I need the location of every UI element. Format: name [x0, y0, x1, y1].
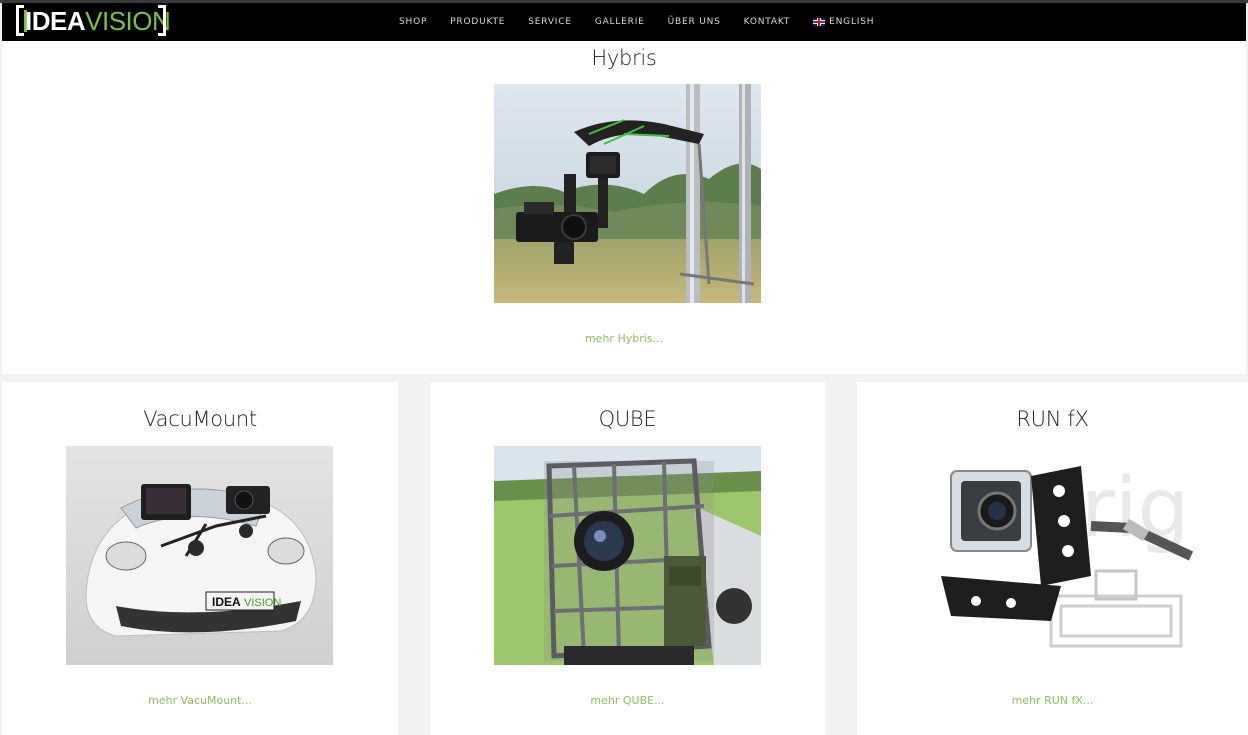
- main-nav: SHOP PRODUKTE SERVICE GALLERIE ÜBER UNS …: [399, 3, 897, 41]
- nav-item-service[interactable]: SERVICE: [528, 17, 572, 27]
- hybris-gimbal-photo[interactable]: [494, 84, 761, 303]
- product-card-runfx: RUN fX rig mehr RUN fX...: [857, 382, 1248, 735]
- nav-item-kontakt[interactable]: KONTAKT: [744, 17, 790, 27]
- nav-item-english[interactable]: ENGLISH: [813, 17, 874, 27]
- vacumount-car-photo[interactable]: IDEA VISION: [66, 446, 333, 665]
- qube-rig-photo[interactable]: [494, 446, 761, 665]
- top-navbar: IDEAVISION SHOP PRODUKTE SERVICE GALLERI…: [2, 3, 1246, 41]
- more-runfx-link[interactable]: mehr RUN fX...: [857, 694, 1248, 707]
- nav-item-produkte[interactable]: PRODUKTE: [450, 17, 505, 27]
- nav-item-english-label: ENGLISH: [829, 17, 875, 27]
- product-title: RUN fX: [1016, 407, 1089, 431]
- product-card-qube: QUBE mehr QUBE...: [430, 382, 825, 735]
- uk-flag-icon: [813, 18, 826, 26]
- product-title: VacuMount: [143, 407, 257, 431]
- featured-title: Hybris: [591, 46, 657, 70]
- svg-text:IDEA: IDEA: [212, 595, 241, 609]
- nav-item-gallerie[interactable]: GALLERIE: [595, 17, 645, 27]
- nav-item-ueber-uns[interactable]: ÜBER UNS: [668, 17, 721, 27]
- logo-bracket-right: [158, 5, 166, 36]
- svg-text:VISION: VISION: [244, 597, 281, 609]
- logo-idea-text: IDEA: [25, 6, 86, 36]
- idea-vision-logo[interactable]: IDEAVISION: [16, 5, 171, 38]
- nav-item-shop[interactable]: SHOP: [399, 17, 427, 27]
- logo-wordmark: IDEAVISION: [25, 6, 171, 36]
- featured-product-hybris: Hybris mehr Hybris...: [2, 41, 1246, 374]
- more-qube-link[interactable]: mehr QUBE...: [430, 694, 825, 707]
- more-vacumount-link[interactable]: mehr VacuMount...: [2, 694, 398, 707]
- page: IDEAVISION SHOP PRODUKTE SERVICE GALLERI…: [0, 0, 1248, 735]
- product-title: QUBE: [598, 407, 657, 431]
- more-hybris-link[interactable]: mehr Hybris...: [2, 332, 1246, 345]
- product-card-vacumount: VacuMount IDEA VISION mehr VacuMount...: [2, 382, 398, 735]
- logo-bracket-left: [16, 5, 24, 36]
- svg-text:rig: rig: [1081, 461, 1190, 556]
- runfx-gimbal-photo[interactable]: rig: [931, 446, 1198, 665]
